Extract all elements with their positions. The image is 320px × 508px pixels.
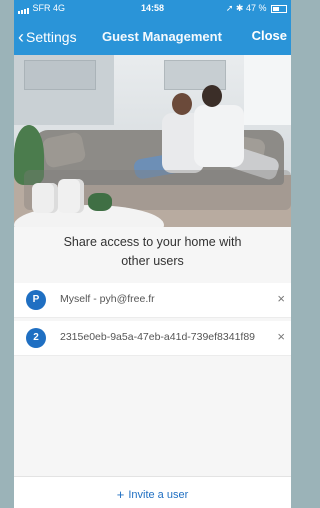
battery-percent: 47 % xyxy=(245,3,267,13)
bottom-bar: + Invite a user xyxy=(14,476,291,508)
user-label: Myself - pyh@free.fr xyxy=(60,293,155,305)
share-description: Share access to your home with other use… xyxy=(14,233,291,271)
user-row[interactable]: P Myself - pyh@free.fr × xyxy=(14,283,291,318)
back-label: Settings xyxy=(26,29,77,45)
bluetooth-icon: ✱ xyxy=(235,3,244,13)
navigation-bar: ‹ Settings Guest Management Close xyxy=(14,17,291,55)
status-bar: SFR 4G 14:58 ➚ ✱ 47 % xyxy=(14,0,291,17)
invite-user-button[interactable]: + Invite a user xyxy=(14,487,291,502)
user-row[interactable]: 2 2315e0eb-9a5a-47eb-a41d-739ef8341f89 × xyxy=(14,321,291,356)
plus-icon: + xyxy=(116,487,125,502)
user-avatar: 2 xyxy=(26,328,46,348)
page-title: Guest Management xyxy=(102,29,222,44)
back-button[interactable]: ‹ Settings xyxy=(18,27,77,48)
remove-user-icon[interactable]: × xyxy=(277,291,285,306)
share-line-1: Share access to your home with xyxy=(63,235,242,249)
remove-user-icon[interactable]: × xyxy=(277,329,285,344)
battery-info: ➚ ✱ 47 % xyxy=(226,3,287,14)
share-line-2: other users xyxy=(121,254,184,268)
chevron-left-icon: ‹ xyxy=(18,27,24,47)
invite-label: Invite a user xyxy=(128,489,189,501)
user-avatar: P xyxy=(26,290,46,310)
location-icon: ➚ xyxy=(225,3,234,13)
user-label: 2315e0eb-9a5a-47eb-a41d-739ef8341f89 xyxy=(60,331,256,343)
app-window: SFR 4G 14:58 ➚ ✱ 47 % ‹ Settings Guest Ma… xyxy=(14,0,291,508)
close-button[interactable]: Close xyxy=(252,28,287,43)
battery-icon xyxy=(271,4,287,13)
hero-image xyxy=(14,55,291,227)
